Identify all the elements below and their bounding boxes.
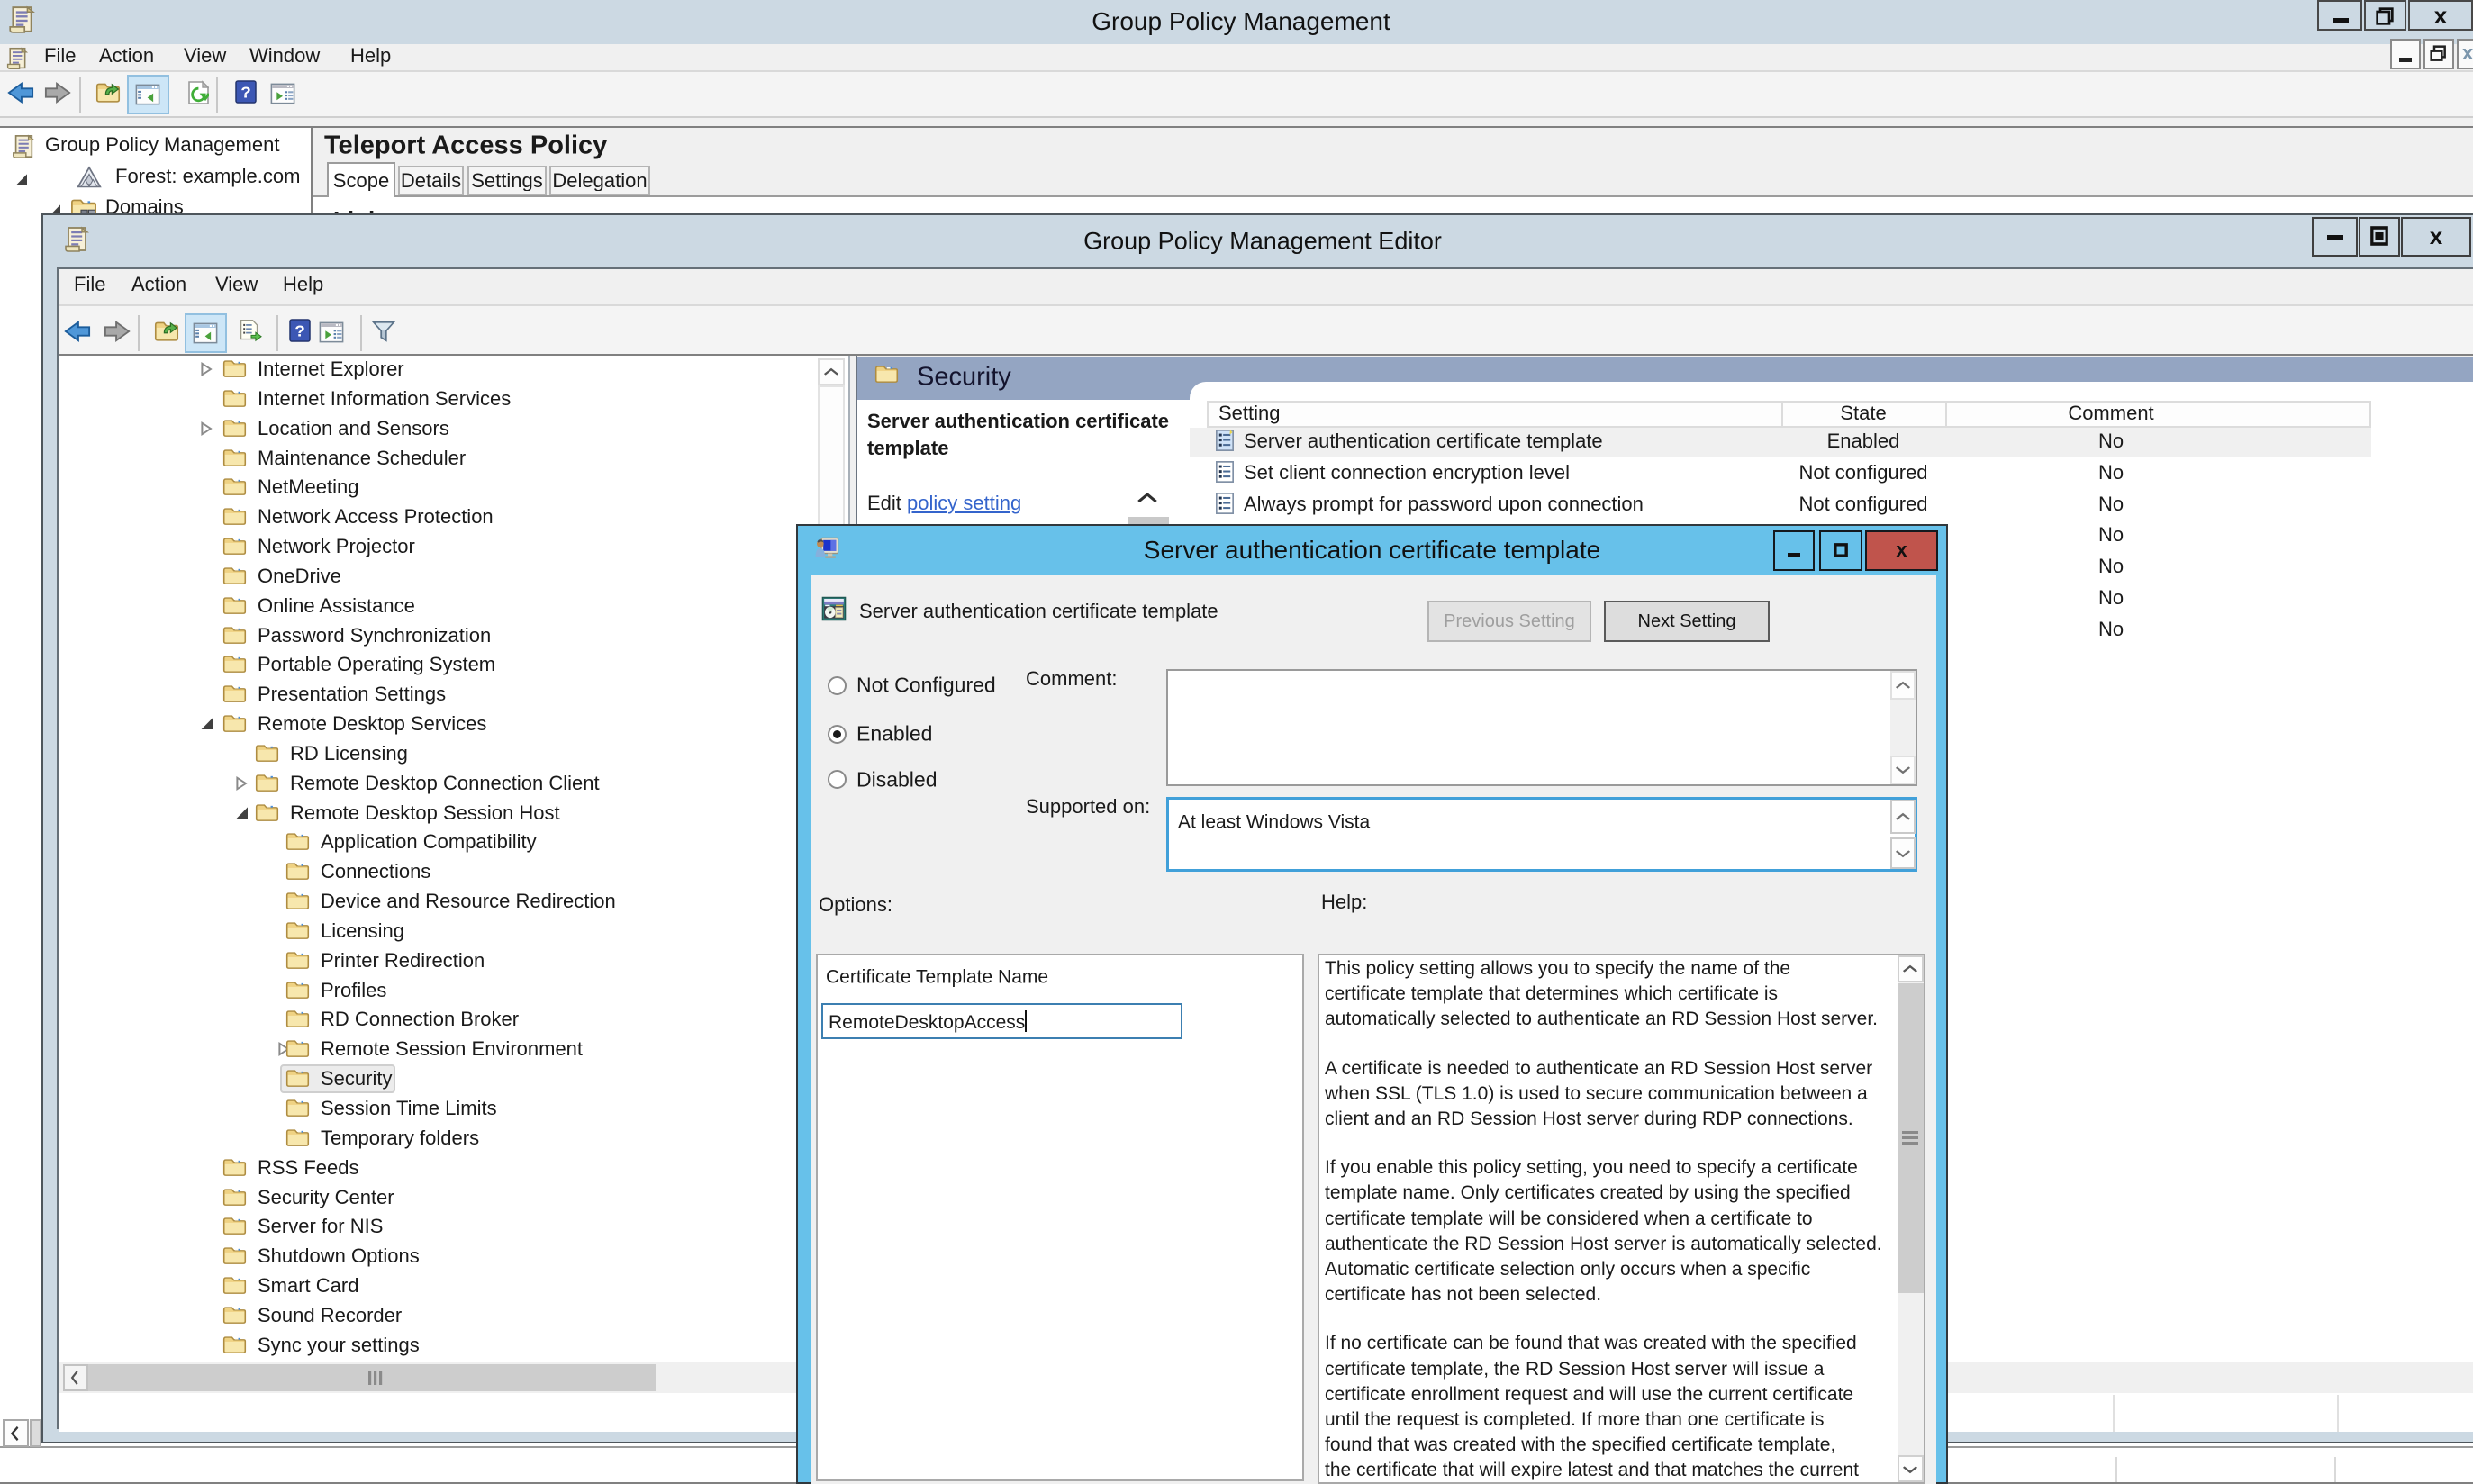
- svg-text:?: ?: [240, 83, 251, 101]
- svg-text:?: ?: [294, 321, 305, 339]
